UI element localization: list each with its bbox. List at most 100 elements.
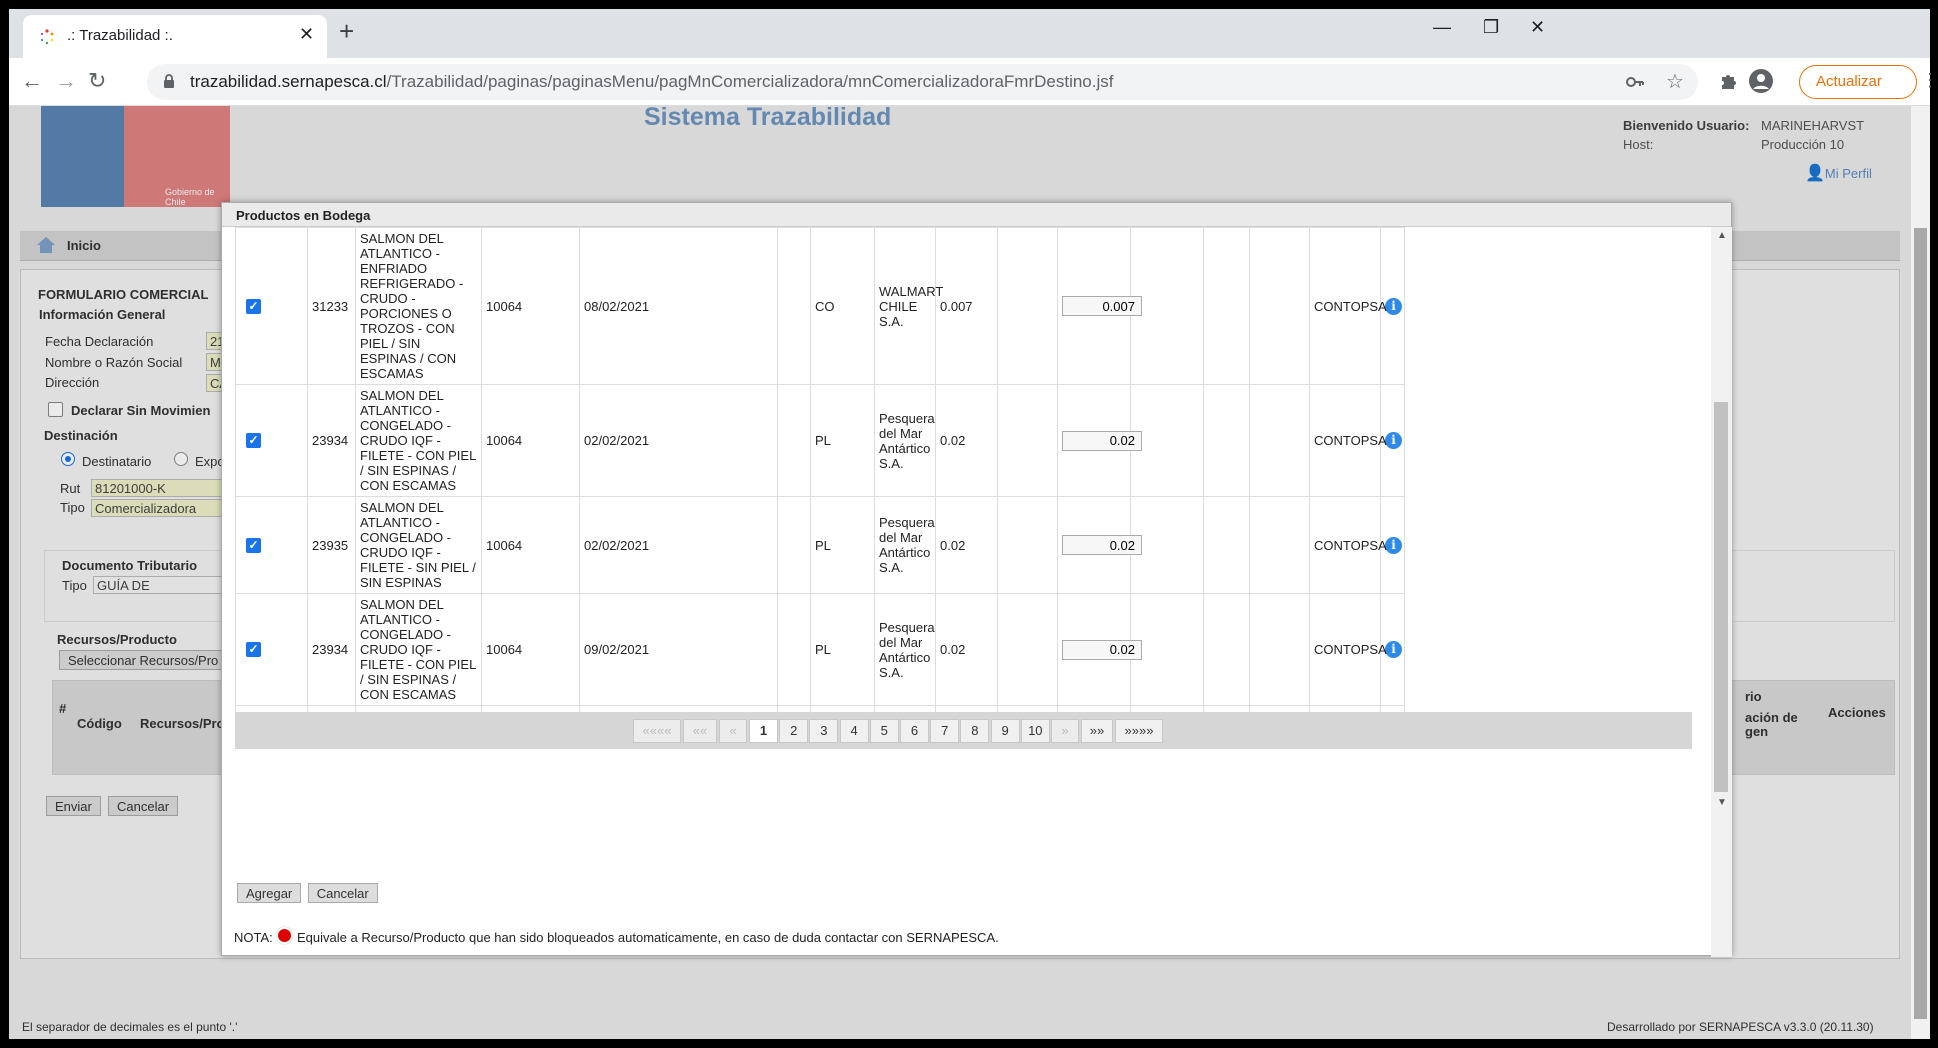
info-icon[interactable]: i bbox=[1385, 297, 1402, 315]
close-tab-icon[interactable]: ✕ bbox=[299, 24, 314, 45]
dialog-title: Productos en Bodega bbox=[236, 208, 371, 223]
update-button[interactable]: Actualizar bbox=[1799, 65, 1917, 99]
info-icon[interactable]: i bbox=[1385, 641, 1402, 658]
cell-empty bbox=[1203, 384, 1250, 497]
back-icon[interactable]: ← bbox=[21, 68, 43, 94]
quantity-input[interactable] bbox=[1062, 639, 1142, 660]
url-path: /Trazabilidad/paginas/paginasMenu/pagMnC… bbox=[386, 72, 1114, 91]
scroll-up-icon[interactable]: ▲ bbox=[1717, 230, 1727, 241]
cell-checkbox: ✓ bbox=[235, 593, 308, 706]
cell-cantidad: 0.007 bbox=[935, 227, 998, 385]
pager-next[interactable]: » bbox=[1051, 719, 1079, 743]
minimize-icon[interactable]: — bbox=[1433, 17, 1451, 38]
cell-empty bbox=[777, 227, 811, 385]
cell-origen: CONTOPSA bbox=[1309, 227, 1387, 385]
new-tab-icon[interactable]: + bbox=[339, 16, 354, 47]
browser-tab[interactable]: .: Trazabilidad :. ✕ bbox=[23, 15, 327, 58]
agregar-button[interactable]: Agregar bbox=[237, 883, 302, 903]
nota-label: NOTA: bbox=[234, 930, 273, 945]
info-icon[interactable]: i bbox=[1385, 536, 1402, 554]
scroll-down-icon[interactable]: ▼ bbox=[1717, 797, 1727, 808]
quantity-input[interactable] bbox=[1062, 296, 1142, 316]
cancelar-dialog-button[interactable]: Cancelar bbox=[307, 883, 378, 903]
cell-planta: 10064 bbox=[481, 496, 580, 594]
cell-fecha: 09/02/2021 bbox=[579, 593, 778, 706]
star-icon[interactable]: ☆ bbox=[1666, 69, 1684, 94]
row-checkbox[interactable]: ✓ bbox=[246, 298, 261, 314]
pager-page[interactable]: 9 bbox=[990, 719, 1020, 743]
info-icon[interactable]: i bbox=[1385, 432, 1402, 449]
cell-descripcion: SALMON DEL ATLANTICO - CONGELADO - CRUDO… bbox=[355, 593, 482, 706]
quantity-input[interactable] bbox=[1062, 535, 1142, 555]
cell-cantidad: 0.02 bbox=[935, 496, 998, 594]
cell-empty bbox=[997, 496, 1058, 594]
pager-page[interactable]: 5 bbox=[869, 719, 899, 743]
pager-page[interactable]: 10 bbox=[1020, 719, 1050, 743]
nota-text: Equivale a Recurso/Producto que han sido… bbox=[297, 930, 999, 945]
page-scroll-thumb[interactable] bbox=[1914, 228, 1927, 1019]
cell-empty bbox=[1203, 593, 1250, 706]
cell-descripcion: SALMON DEL ATLANTICO - ENFRIADO REFRIGER… bbox=[355, 227, 482, 385]
cell-tipo: PL bbox=[810, 593, 875, 706]
key-icon[interactable] bbox=[1626, 75, 1644, 89]
pager-first[interactable]: «««« bbox=[633, 719, 681, 743]
productos-dialog: Productos en Bodega ✓ 31233 SALMON DEL ATL… bbox=[221, 202, 1732, 957]
product-row: ✓ 23934SALMON DEL ATLANTICO - CONGELADO -… bbox=[235, 384, 1405, 497]
cell-empresa: Pesquera del Mar Antártico S.A. bbox=[874, 496, 936, 594]
cell-tipo: PL bbox=[810, 496, 875, 594]
cell-codigo: 23934 bbox=[307, 384, 356, 497]
extensions-icon[interactable] bbox=[1719, 72, 1737, 90]
forward-icon[interactable]: → bbox=[55, 68, 77, 94]
url-host: trazabilidad.sernapesca.cl bbox=[190, 72, 387, 91]
url-text: trazabilidad.sernapesca.cl/Trazabilidad/… bbox=[190, 72, 1114, 92]
browser-window: .: Trazabilidad :. ✕ + — ❐ ✕ ← → ↻ traza… bbox=[9, 9, 1938, 1039]
row-checkbox[interactable]: ✓ bbox=[246, 433, 261, 448]
cell-cantidad: 0.02 bbox=[935, 384, 998, 497]
cell-planta: 10064 bbox=[481, 593, 580, 706]
cell-empty bbox=[777, 384, 811, 497]
row-checkbox[interactable]: ✓ bbox=[246, 642, 261, 657]
dialog-buttons: Agregar Cancelar bbox=[237, 883, 378, 903]
pager-page[interactable]: 4 bbox=[839, 719, 869, 743]
page-scrollbar[interactable] bbox=[1911, 106, 1930, 1039]
profile-icon[interactable] bbox=[1749, 69, 1773, 93]
product-row: ✓ 31233 SALMON DEL ATLANTICO - ENFRIADO RE… bbox=[235, 227, 1405, 385]
blocked-indicator-icon bbox=[276, 927, 294, 944]
window-close-icon[interactable]: ✕ bbox=[1530, 17, 1545, 38]
menu-dots-icon[interactable]: ⋮ bbox=[1921, 70, 1938, 91]
cell-quantity-input bbox=[1057, 593, 1142, 706]
cell-empty bbox=[997, 593, 1058, 706]
cell-planta: 10064 bbox=[481, 384, 580, 497]
address-bar[interactable]: trazabilidad.sernapesca.cl/Trazabilidad/… bbox=[147, 64, 1698, 100]
cell-empty bbox=[1249, 593, 1310, 706]
row-checkbox[interactable]: ✓ bbox=[246, 537, 261, 553]
cell-tipo: PL bbox=[810, 384, 875, 497]
cell-descripcion: SALMON DEL ATLANTICO - CONGELADO - CRUDO… bbox=[355, 384, 482, 497]
cell-empresa: Pesquera del Mar Antártico S.A. bbox=[874, 593, 936, 706]
reload-icon[interactable]: ↻ bbox=[88, 68, 106, 94]
pager-fast-prev[interactable]: «« bbox=[683, 719, 717, 743]
cell-planta: 10064 bbox=[481, 227, 580, 385]
pager-page[interactable]: 1 bbox=[749, 719, 778, 743]
pager-page[interactable]: 8 bbox=[960, 719, 990, 743]
cell-empty bbox=[1249, 384, 1310, 497]
cell-empty bbox=[1249, 227, 1310, 385]
products-table: ✓ 31233 SALMON DEL ATLANTICO - ENFRIADO RE… bbox=[235, 227, 1405, 712]
pager-fast-next[interactable]: »» bbox=[1081, 719, 1113, 743]
quantity-input[interactable] bbox=[1062, 430, 1142, 451]
pager-last[interactable]: »»»» bbox=[1115, 719, 1163, 743]
pager-page[interactable]: 3 bbox=[809, 719, 839, 743]
restore-icon[interactable]: ❐ bbox=[1483, 17, 1499, 38]
pager: «««« «« « 1 2 3 4 5 6 7 8 9 10 » »» »»»» bbox=[235, 712, 1692, 749]
pager-prev[interactable]: « bbox=[719, 719, 747, 743]
nota: NOTA: Equivale a Recurso/Producto que ha… bbox=[234, 927, 999, 945]
cell-empresa: Pesquera del Mar Antártico S.A. bbox=[874, 384, 936, 497]
cell-codigo: 23934 bbox=[307, 593, 356, 706]
pager-page[interactable]: 6 bbox=[900, 719, 929, 743]
cell-origen: CONTOPSA bbox=[1309, 593, 1387, 706]
dialog-scroll-thumb[interactable] bbox=[1714, 402, 1728, 792]
page-content: Gobierno de Chile Sistema Trazabilidad B… bbox=[9, 106, 1930, 1039]
dialog-scrollbar[interactable]: ▲ ▼ bbox=[1711, 227, 1732, 957]
pager-page[interactable]: 7 bbox=[930, 719, 960, 743]
pager-page[interactable]: 2 bbox=[779, 719, 809, 743]
